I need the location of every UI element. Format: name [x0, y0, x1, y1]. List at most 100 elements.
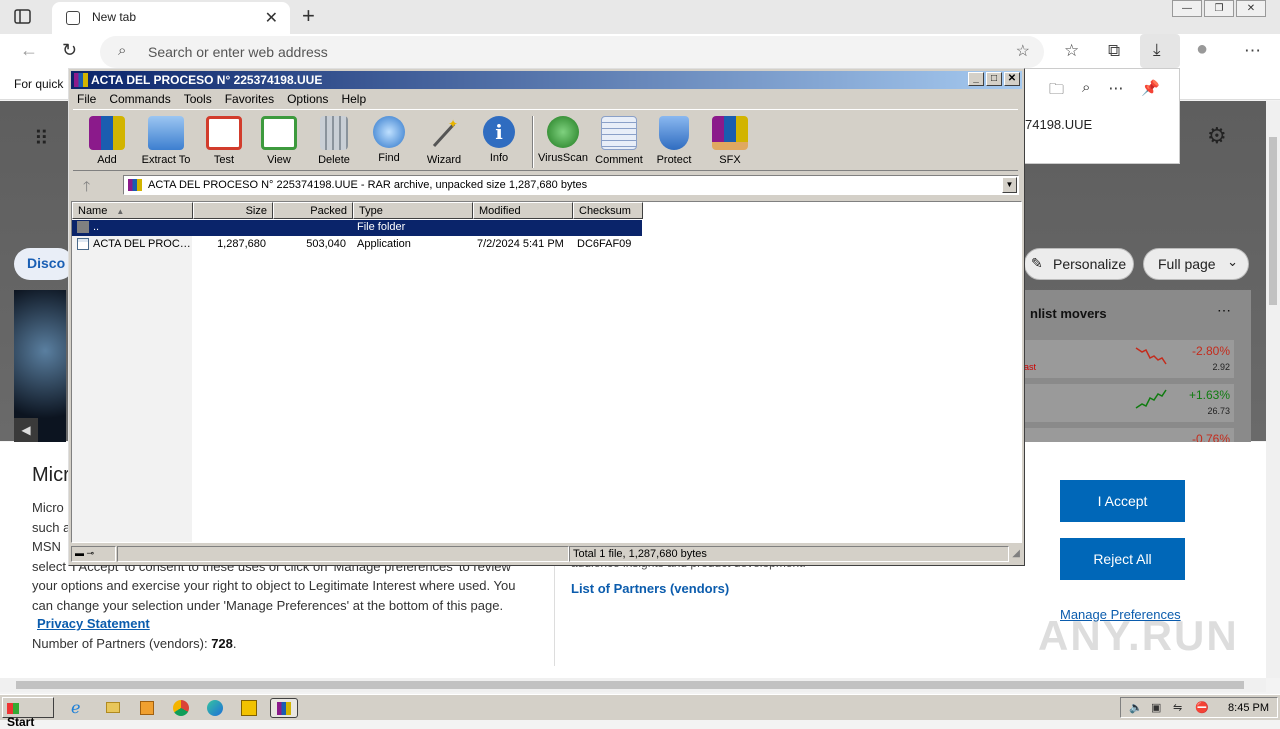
downloads-button[interactable]: ⤓: [1140, 34, 1180, 68]
address-bar[interactable]: ⌕ Search or enter web address ☆: [100, 36, 1044, 68]
menu-tools[interactable]: Tools: [178, 90, 219, 108]
dropdown-arrow-icon[interactable]: ▼: [1002, 177, 1017, 193]
volume-icon[interactable]: 🔈: [1129, 701, 1143, 714]
resize-grip-icon[interactable]: ◢: [1012, 548, 1020, 559]
tab-actions-icon[interactable]: [12, 8, 34, 26]
settings-gear-icon[interactable]: ⚙: [1207, 123, 1227, 149]
collections-icon[interactable]: ⧉: [1108, 41, 1120, 61]
wizard-button[interactable]: ✦ Wizard: [416, 116, 472, 166]
favorites-icon[interactable]: ☆: [1064, 41, 1079, 61]
discover-button[interactable]: Disco: [14, 248, 74, 280]
horizontal-scrollbar[interactable]: [0, 678, 1266, 692]
protect-button[interactable]: Protect: [646, 116, 702, 166]
chrome-icon[interactable]: [170, 698, 192, 718]
privacy-statement-link[interactable]: Privacy Statement: [37, 616, 150, 631]
vertical-scrollbar[interactable]: [1266, 101, 1280, 678]
winrar-minimize-button[interactable]: _: [968, 72, 984, 86]
accept-button[interactable]: I Accept: [1060, 480, 1185, 522]
view-button[interactable]: View: [251, 116, 307, 166]
file-row[interactable]: ACTA DEL PROC… 1,287,680 503,040 Applica…: [72, 237, 642, 253]
minimize-button[interactable]: —: [1172, 0, 1202, 17]
stock-row[interactable]: ast -2.80% 2.92: [1024, 340, 1234, 378]
more-menu-icon[interactable]: ⋯: [1244, 41, 1261, 61]
winrar-menu-bar: File Commands Tools Favorites Options He…: [71, 90, 373, 108]
stock-sparkline: [1135, 389, 1167, 409]
find-button[interactable]: Find: [361, 116, 417, 164]
menu-file[interactable]: File: [71, 90, 103, 108]
pin-icon[interactable]: 📌: [1141, 79, 1160, 104]
explorer-icon[interactable]: [102, 698, 124, 718]
start-button[interactable]: Start: [2, 697, 54, 729]
download-filename[interactable]: 74198.UUE: [1025, 117, 1092, 132]
column-header-checksum[interactable]: Checksum: [573, 202, 643, 219]
clock[interactable]: 8:45 PM: [1228, 702, 1269, 714]
column-header-packed[interactable]: Packed: [273, 202, 353, 219]
security-alert-icon[interactable]: ⛔: [1195, 701, 1209, 714]
column-header-modified[interactable]: Modified: [473, 202, 573, 219]
file-row-parent[interactable]: .. File folder: [72, 220, 642, 236]
scrollbar-thumb[interactable]: [16, 681, 1244, 689]
open-folder-icon[interactable]: 🗀: [1049, 79, 1064, 104]
partners-count: Number of Partners (vendors): 728.: [32, 636, 237, 651]
sfx-button[interactable]: SFX: [702, 116, 758, 166]
personalize-button[interactable]: ✎ Personalize: [1024, 248, 1134, 280]
menu-commands[interactable]: Commands: [103, 90, 177, 108]
delete-button[interactable]: Delete: [306, 116, 362, 166]
stock-row[interactable]: +1.63% 26.73: [1024, 384, 1234, 422]
stock-row[interactable]: -0.76%: [1024, 428, 1234, 442]
extract-to-button[interactable]: Extract To: [138, 116, 194, 166]
tool-label: Comment: [595, 154, 643, 166]
full-page-button[interactable]: Full page ⌄: [1143, 248, 1249, 280]
back-icon[interactable]: ←: [20, 40, 38, 61]
scrollbar-thumb[interactable]: [1269, 137, 1277, 305]
menu-options[interactable]: Options: [281, 90, 335, 108]
refresh-icon[interactable]: ↻: [62, 40, 77, 61]
add-icon: [89, 116, 125, 150]
winrar-window: ACTA DEL PROCESO N° 225374198.UUE _ □ ✕ …: [68, 68, 1025, 566]
comment-button[interactable]: Comment: [591, 116, 647, 166]
virusscan-button[interactable]: VirusScan: [535, 116, 591, 164]
more-options-icon[interactable]: ⋯: [1108, 79, 1123, 104]
info-icon: i: [483, 116, 515, 148]
drive-key-icons: ▬ ⊸: [71, 546, 116, 562]
media-player-icon[interactable]: [136, 698, 158, 718]
profile-icon[interactable]: ●: [1196, 38, 1208, 61]
column-header-name[interactable]: Name ▲: [72, 202, 193, 219]
new-tab-button[interactable]: +: [302, 3, 315, 29]
menu-favorites[interactable]: Favorites: [219, 90, 281, 108]
ie-icon[interactable]: ℯ: [68, 698, 90, 718]
close-button[interactable]: ✕: [1236, 0, 1266, 17]
apps-grid-icon[interactable]: ⠿: [34, 126, 49, 151]
list-of-partners-link[interactable]: List of Partners (vendors): [571, 581, 729, 596]
reject-all-button[interactable]: Reject All: [1060, 538, 1185, 580]
connection-icon[interactable]: ⇋: [1173, 701, 1182, 714]
network-icon[interactable]: ▣: [1151, 701, 1161, 714]
sfx-box-icon: [712, 116, 748, 150]
winrar-title-bar[interactable]: ACTA DEL PROCESO N° 225374198.UUE _ □ ✕: [71, 71, 1022, 89]
menu-help[interactable]: Help: [335, 90, 373, 108]
add-button[interactable]: Add: [79, 116, 135, 166]
edge-icon[interactable]: [204, 698, 226, 718]
browser-tab[interactable]: New tab ✕: [52, 2, 290, 34]
winrar-maximize-button[interactable]: □: [986, 72, 1002, 86]
search-downloads-icon[interactable]: ⌕: [1082, 79, 1090, 104]
maximize-button[interactable]: ❐: [1204, 0, 1234, 17]
up-arrow-icon[interactable]: 🡑: [83, 176, 90, 200]
file-checksum: DC6FAF09: [577, 238, 632, 250]
tool-label: Find: [378, 152, 400, 164]
column-header-size[interactable]: Size: [193, 202, 273, 219]
more-options-icon[interactable]: ⋯: [1217, 302, 1231, 319]
norton-icon[interactable]: [238, 698, 260, 718]
test-button[interactable]: Test: [196, 116, 252, 166]
info-button[interactable]: i Info: [471, 116, 527, 164]
winrar-close-button[interactable]: ✕: [1004, 72, 1020, 86]
column-header-type[interactable]: Type: [353, 202, 473, 219]
close-tab-icon[interactable]: ✕: [265, 8, 278, 28]
sorted-column-bg: [72, 220, 192, 542]
tab-title: New tab: [92, 10, 137, 24]
comment-icon: [601, 116, 637, 150]
hero-prev-arrow[interactable]: ◀: [14, 418, 38, 442]
archive-path-field[interactable]: ACTA DEL PROCESO N° 225374198.UUE - RAR …: [123, 175, 1019, 195]
add-favorite-icon[interactable]: ☆: [1016, 41, 1030, 61]
winrar-taskbar-icon[interactable]: [270, 698, 298, 718]
